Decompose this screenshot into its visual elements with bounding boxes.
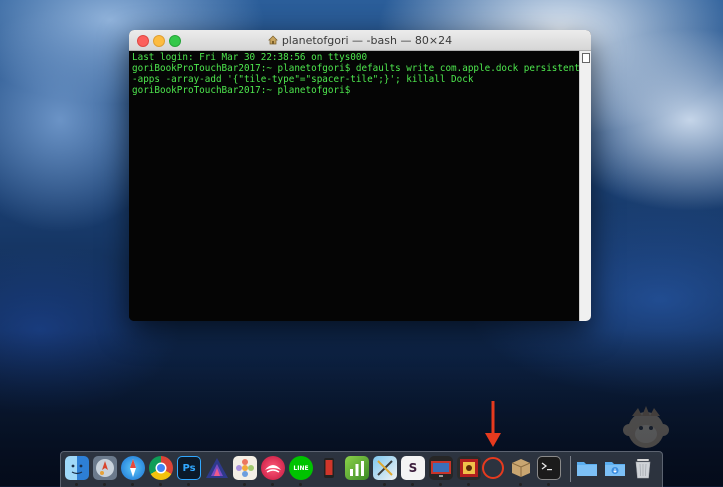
mobile-app-icon[interactable]	[317, 456, 341, 480]
dock-spacer-tile[interactable]	[482, 457, 504, 479]
slack-label: S	[408, 461, 418, 475]
slack-icon[interactable]: S	[401, 456, 425, 480]
pixelmator-icon[interactable]	[373, 456, 397, 480]
affinity-photo-icon[interactable]	[205, 456, 229, 480]
terminal-icon[interactable]	[537, 456, 561, 480]
launchpad-icon[interactable]	[93, 456, 117, 480]
line-icon[interactable]: LINE	[289, 456, 313, 480]
line-label: LINE	[293, 464, 309, 472]
terminal-window[interactable]: planetofgori — -bash — 80×24 Last login:…	[129, 30, 591, 321]
terminal-output[interactable]: Last login: Fri Mar 30 22:38:56 on ttys0…	[129, 51, 580, 321]
house-icon	[267, 35, 278, 45]
scroll-thumb[interactable]	[582, 53, 590, 63]
trash-icon[interactable]	[631, 456, 655, 480]
screen-icon[interactable]	[429, 456, 453, 480]
monkey-watermark-icon	[623, 406, 669, 448]
finder-icon[interactable]	[65, 456, 89, 480]
downloads-folder-icon[interactable]	[603, 456, 627, 480]
window-title-text: planetofgori — -bash — 80×24	[281, 33, 453, 47]
affinity-designer-icon[interactable]	[261, 456, 285, 480]
terminal-line: -apps -array-add '{"tile-type"="spacer-t…	[132, 74, 474, 85]
window-title: planetofgori — -bash — 80×24	[129, 30, 591, 50]
terminal-line: Last login: Fri Mar 30 22:38:56 on ttys0…	[132, 52, 368, 63]
photoshop-label: Ps	[182, 462, 196, 474]
photos-app-icon[interactable]	[233, 456, 257, 480]
dock-separator	[570, 456, 571, 482]
applications-folder-icon[interactable]	[575, 456, 599, 480]
terminal-line: goriBookProTouchBar2017:~ planetofgori$	[132, 85, 356, 96]
photoshop-icon[interactable]: Ps	[177, 456, 201, 480]
scrollbar[interactable]	[579, 51, 591, 321]
numbers-icon[interactable]	[345, 456, 369, 480]
dock: Ps LINE S	[60, 451, 663, 487]
title-bar[interactable]: planetofgori — -bash — 80×24	[129, 30, 591, 51]
chrome-icon[interactable]	[149, 456, 173, 480]
package-icon[interactable]	[509, 456, 533, 480]
arrow-down-icon	[485, 401, 501, 447]
photo-booth-icon[interactable]	[457, 456, 481, 480]
terminal-line: goriBookProTouchBar2017:~ planetofgori$ …	[132, 63, 580, 74]
safari-icon[interactable]	[121, 456, 145, 480]
